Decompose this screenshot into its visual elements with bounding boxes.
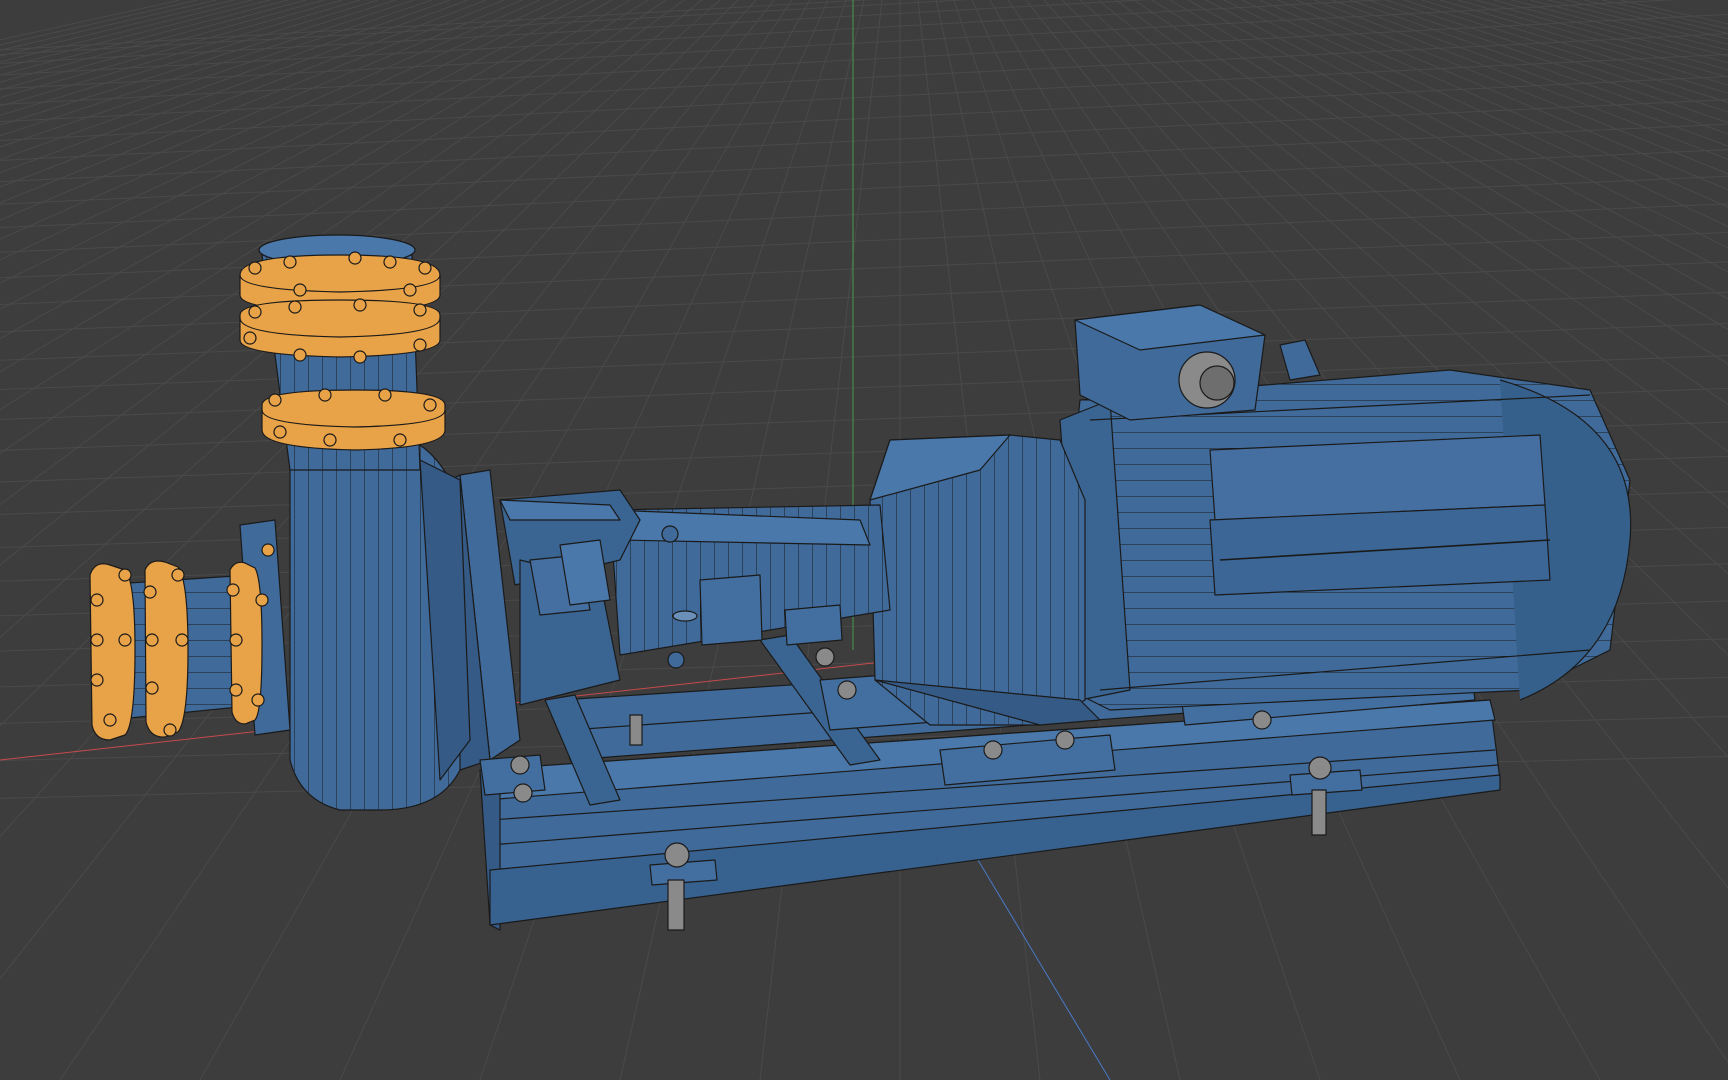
z-axis-line xyxy=(959,829,1111,1080)
bolt xyxy=(383,255,397,269)
bolt xyxy=(248,305,262,319)
3d-viewport[interactable] xyxy=(0,0,1728,1080)
bolt xyxy=(418,261,432,275)
bolt xyxy=(90,633,104,647)
bolt xyxy=(175,633,189,647)
bolt xyxy=(273,425,287,439)
bolt xyxy=(413,303,427,317)
bearing-housing[interactable] xyxy=(499,489,891,706)
bolt xyxy=(255,593,269,607)
grid-line xyxy=(0,0,181,41)
grid-line xyxy=(0,0,253,63)
pump-casing[interactable] xyxy=(289,439,471,811)
bolt xyxy=(268,393,282,407)
grid-line xyxy=(0,0,217,51)
grid-line xyxy=(0,33,1728,123)
bolt xyxy=(348,251,362,265)
bolt xyxy=(143,585,157,599)
grid-line xyxy=(0,123,1728,205)
bolt xyxy=(171,568,185,582)
bolt xyxy=(229,633,243,647)
bolt xyxy=(318,388,332,402)
bolt xyxy=(226,583,240,597)
bolt xyxy=(323,433,337,447)
bolt xyxy=(248,261,262,275)
bolt xyxy=(145,681,159,695)
bolt xyxy=(90,673,104,687)
grid-line xyxy=(0,0,1151,64)
discharge-flange-middle[interactable] xyxy=(239,299,441,358)
grid-line xyxy=(0,0,1389,76)
pump-model[interactable] xyxy=(89,234,1632,931)
bolt xyxy=(145,633,159,647)
bolt xyxy=(118,633,132,647)
bolt xyxy=(243,331,257,345)
grid-line xyxy=(0,0,235,57)
bolt xyxy=(378,388,392,402)
grid-line xyxy=(0,0,1678,90)
bolt xyxy=(90,593,104,607)
bolt xyxy=(103,713,117,727)
bolt xyxy=(229,683,243,697)
bolt xyxy=(118,568,132,582)
coupling-guard[interactable] xyxy=(869,434,1101,726)
grid-line xyxy=(0,99,1728,183)
grid-line xyxy=(1619,0,1728,25)
discharge-flange-bottom[interactable] xyxy=(261,389,446,451)
suction-flange-outer[interactable] xyxy=(89,563,136,741)
bolt xyxy=(353,350,367,364)
bolt xyxy=(293,348,307,362)
bolt xyxy=(283,255,297,269)
bolt xyxy=(353,298,367,312)
bolt xyxy=(251,693,265,707)
bolt xyxy=(163,723,177,737)
bolt xyxy=(423,398,437,412)
bolt xyxy=(403,283,417,297)
bolt xyxy=(288,300,302,314)
motor[interactable] xyxy=(1049,369,1632,711)
bolt xyxy=(393,433,407,447)
bolt xyxy=(261,543,275,557)
bolt xyxy=(413,338,427,352)
bolt xyxy=(293,283,307,297)
grid-line xyxy=(0,75,1728,161)
